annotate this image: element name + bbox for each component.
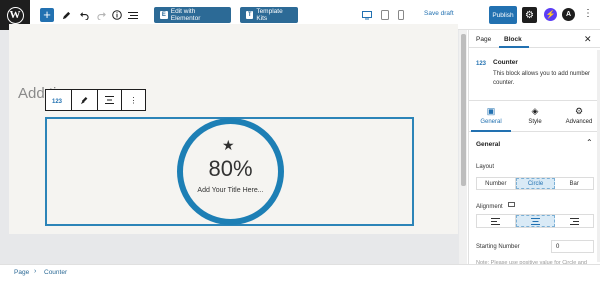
redo-icon[interactable]: [95, 7, 107, 23]
breadcrumb: Page › Counter: [0, 264, 600, 281]
bolt-icon[interactable]: ⚡: [544, 8, 557, 21]
sidebar-tabs: Page Block ✕: [469, 30, 600, 48]
template-kits-label: Template Kits: [256, 8, 283, 22]
edit-with-elementor-label: Edit with Elementor: [170, 8, 201, 22]
layout-option-bar[interactable]: Bar: [555, 178, 593, 189]
tab-page[interactable]: Page: [476, 36, 491, 43]
close-icon[interactable]: ✕: [584, 34, 592, 45]
inspector-tabs: ▣ General ◈ Style ⚙ Advanced: [469, 100, 600, 132]
canvas-scrollbar-thumb[interactable]: [461, 34, 466, 186]
settings-sidebar: Page Block ✕ 123 Counter This block allo…: [468, 30, 600, 266]
tab-general-label: General: [480, 119, 502, 125]
desktop-preview-icon[interactable]: [361, 7, 373, 23]
tab-active-indicator: [499, 46, 529, 48]
block-options-icon[interactable]: ⋮: [122, 90, 145, 110]
block-description: This block allows you to add number coun…: [493, 71, 591, 86]
layout-label: Layout: [476, 164, 495, 170]
align-center-option-icon[interactable]: [515, 215, 556, 227]
section-general-title[interactable]: General: [476, 141, 500, 148]
pen-icon[interactable]: [60, 7, 72, 23]
counter-block-icon: 123: [476, 58, 490, 68]
tab-style[interactable]: ◈ Style: [513, 106, 557, 125]
general-icon: ▣: [486, 106, 496, 116]
list-view-icon[interactable]: [127, 7, 139, 23]
chevron-right-icon: ›: [34, 268, 37, 275]
device-icon[interactable]: [508, 202, 516, 210]
starting-number-input[interactable]: 0: [551, 240, 594, 253]
alignment-label-text: Alignment: [476, 204, 503, 210]
advanced-gear-icon: ⚙: [574, 106, 584, 116]
align-center-icon[interactable]: [98, 90, 122, 110]
align-left-icon[interactable]: [477, 215, 516, 227]
publish-button[interactable]: Publish: [489, 6, 517, 24]
add-block-button[interactable]: +: [40, 8, 54, 22]
alignment-selector: [476, 214, 594, 228]
block-toolbar: 123 ⋮: [45, 89, 146, 111]
tablet-preview-icon[interactable]: [379, 7, 391, 23]
counter-block-icon[interactable]: 123: [46, 90, 72, 110]
mobile-preview-icon[interactable]: [396, 7, 406, 23]
alignment-label: Alignment: [476, 202, 516, 210]
block-name: Counter: [493, 59, 518, 66]
tab-advanced[interactable]: ⚙ Advanced: [557, 106, 600, 125]
tab-advanced-label: Advanced: [565, 119, 593, 125]
counter-title[interactable]: Add Your Title Here...: [177, 187, 284, 194]
svg-text:123: 123: [476, 61, 487, 66]
star-icon: ★: [222, 137, 235, 153]
brush-icon[interactable]: [72, 90, 98, 110]
starting-number-label: Starting Number: [476, 244, 520, 250]
sub-tab-active-indicator: [471, 130, 511, 132]
more-options-icon[interactable]: ⋮: [583, 8, 593, 19]
template-kits-button[interactable]: T Template Kits: [240, 7, 298, 23]
counter-value: 80%: [208, 156, 253, 181]
tab-general[interactable]: ▣ General: [469, 106, 513, 125]
edit-with-elementor-button[interactable]: E Edit with Elementor: [154, 7, 231, 23]
layout-option-circle[interactable]: Circle: [515, 178, 556, 189]
a-plugin-icon[interactable]: A: [562, 8, 575, 21]
layout-option-number[interactable]: Number: [477, 178, 516, 189]
save-draft-button[interactable]: Save draft: [424, 10, 454, 17]
undo-icon[interactable]: [78, 7, 90, 23]
info-icon[interactable]: [111, 7, 123, 23]
chevron-up-icon[interactable]: ⌃: [586, 138, 593, 147]
layout-selector: Number Circle Bar: [476, 177, 594, 190]
align-right-icon[interactable]: [555, 215, 593, 227]
tab-block[interactable]: Block: [504, 36, 522, 43]
breadcrumb-page[interactable]: Page: [14, 269, 29, 276]
breadcrumb-counter[interactable]: Counter: [44, 269, 67, 276]
template-kits-icon: T: [246, 11, 254, 19]
elementor-icon: E: [160, 11, 168, 19]
wordpress-icon: W: [6, 6, 24, 24]
style-icon: ◈: [531, 106, 539, 116]
settings-gear-icon[interactable]: ⚙: [522, 7, 537, 23]
svg-text:123: 123: [52, 99, 63, 104]
tab-style-label: Style: [528, 119, 542, 125]
